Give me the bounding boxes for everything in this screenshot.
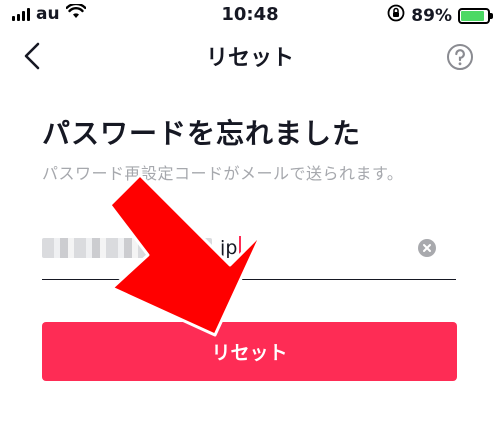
status-bar: au 10:48 89% xyxy=(0,0,500,30)
battery-icon xyxy=(458,7,493,24)
reset-button[interactable]: リセット xyxy=(42,322,457,381)
heading: パスワードを忘れました xyxy=(42,117,362,150)
text-caret xyxy=(239,236,242,260)
status-right: 89% xyxy=(387,4,493,27)
input-underline xyxy=(42,279,456,280)
help-button[interactable] xyxy=(446,43,474,71)
email-input[interactable]: .jp xyxy=(42,226,412,270)
clear-button[interactable] xyxy=(418,239,436,257)
chevron-left-icon xyxy=(24,42,40,70)
help-circle-icon xyxy=(447,44,473,70)
battery-percent: 89% xyxy=(411,5,452,26)
navigation-bar: リセット xyxy=(0,30,500,82)
orientation-lock-icon xyxy=(387,4,405,27)
password-reset-screen: au 10:48 89% リセット パスワードを忘れました パスワード再設定コー… xyxy=(0,0,500,444)
redacted-email-mask xyxy=(42,238,212,258)
email-field[interactable]: .jp xyxy=(42,226,456,280)
back-button[interactable] xyxy=(18,38,48,74)
description-text: パスワード再設定コードがメールで送られます。 xyxy=(42,164,404,183)
page-title: リセット xyxy=(205,46,294,71)
clear-icon xyxy=(423,244,431,252)
email-visible-text: .jp xyxy=(214,237,238,259)
